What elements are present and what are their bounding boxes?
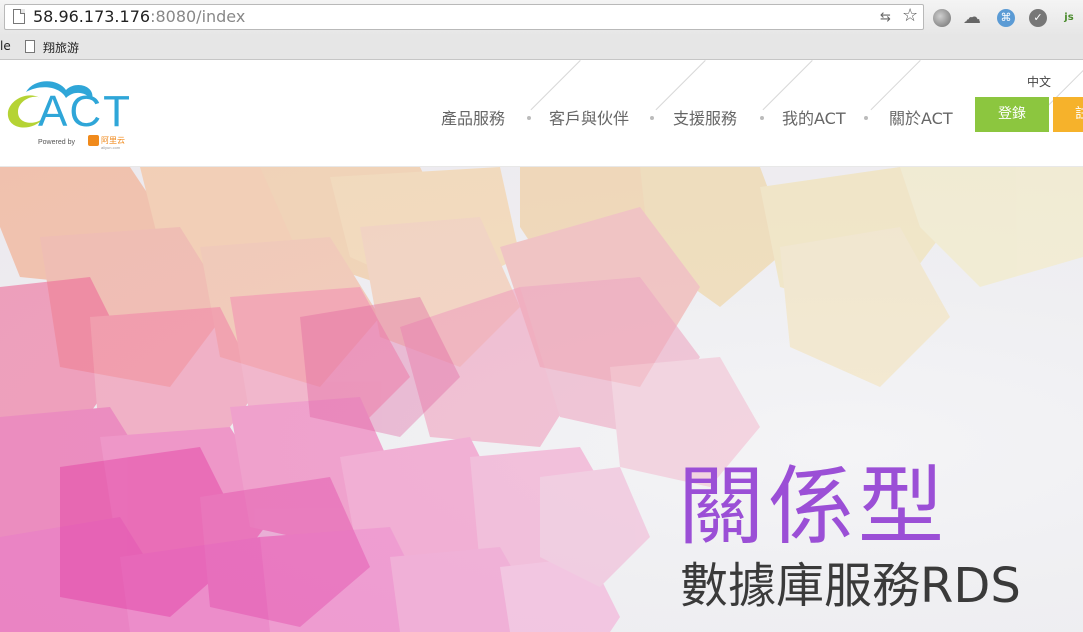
nav-divider-line — [530, 60, 581, 111]
nav-divider-line — [870, 60, 921, 111]
logo-act-text: ACT — [38, 87, 132, 136]
nav-customers-partners[interactable]: 客戶與伙伴 — [549, 105, 629, 129]
logo-partner-sub: aliyun.com — [101, 145, 121, 150]
nav-separator-dot — [864, 116, 868, 120]
nav-separator-dot — [527, 116, 531, 120]
url-text[interactable]: 58.96.173.176:8080/index — [33, 7, 245, 27]
command-extension-icon[interactable]: ⌘ — [997, 9, 1015, 27]
nav-about-act[interactable]: 關於ACT — [889, 105, 953, 129]
logo-partner-text: 阿里云 — [101, 136, 125, 145]
nav-separator-dot — [760, 116, 764, 120]
js-extension-icon[interactable]: js — [1060, 9, 1078, 27]
nav-products[interactable]: 產品服務 — [441, 105, 505, 129]
logo-powered-text: Powered by — [38, 139, 75, 146]
bookmarks-bar: le 翔旅游 — [0, 36, 1083, 60]
nav-separator-dot — [650, 116, 654, 120]
page-icon — [13, 9, 25, 24]
translate-icon[interactable]: ⇆ — [880, 9, 891, 27]
hero-subtitle: 數據庫服務RDS — [680, 558, 1021, 614]
hero-banner: 關係型 數據庫服務RDS — [0, 167, 1083, 632]
address-bar[interactable]: 58.96.173.176:8080/index ⇆ ☆ — [4, 4, 924, 30]
login-button[interactable]: 登錄 — [975, 97, 1049, 132]
language-switch[interactable]: 中文 — [1027, 73, 1051, 90]
hero-title: 關係型 — [678, 457, 948, 557]
nav-divider-line — [655, 60, 706, 111]
register-button[interactable]: 註 — [1053, 97, 1083, 132]
nav-my-act[interactable]: 我的ACT — [782, 105, 846, 129]
bookmark-star-icon[interactable]: ☆ — [902, 7, 918, 25]
bookmark-page-icon — [25, 40, 35, 53]
nav-divider-line — [762, 60, 813, 111]
nav-support[interactable]: 支援服務 — [673, 105, 737, 129]
bookmark-item[interactable]: 翔旅游 — [43, 39, 79, 56]
aliyun-icon — [88, 135, 99, 146]
browser-toolbar: 58.96.173.176:8080/index ⇆ ☆ ☁ ⌘ ✓ js — [0, 0, 1083, 36]
globe-extension-icon[interactable] — [933, 9, 951, 27]
bookmark-partial[interactable]: le — [0, 39, 11, 53]
check-extension-icon[interactable]: ✓ — [1029, 9, 1047, 27]
act-logo[interactable]: ACT Powered by 阿里云 aliyun.com — [4, 72, 144, 152]
site-header: ACT Powered by 阿里云 aliyun.com 中文 產品服務 客戶… — [0, 60, 1083, 167]
cloud-extension-icon[interactable]: ☁ — [963, 9, 981, 27]
